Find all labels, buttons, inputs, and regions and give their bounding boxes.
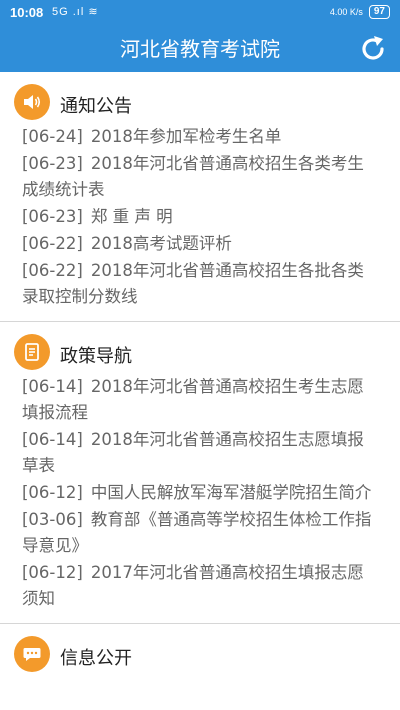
item-date: [06-14]	[22, 377, 83, 396]
list-item[interactable]: [06-22] 2018年河北省普通高校招生各批各类录取控制分数线	[22, 258, 380, 311]
section-policy: 政策导航 [06-14] 2018年河北省普通高校招生考生志愿填报流程 [06-1…	[0, 322, 400, 624]
item-date: [06-12]	[22, 563, 83, 582]
item-text: 郑 重 声 明	[90, 207, 173, 226]
page-title: 河北省教育考试院	[120, 37, 280, 61]
main-content: 通知公告 [06-24] 2018年参加军检考生名单 [06-23] 2018年河北…	[0, 72, 400, 710]
list-item[interactable]: [06-14] 2018年河北省普通高校招生考生志愿填报流程	[22, 374, 380, 427]
list-item[interactable]: [06-12] 2017年河北省普通高校招生填报志愿须知	[22, 560, 380, 613]
list-item[interactable]: [06-14] 2018年河北省普通高校招生志愿填报草表	[22, 427, 380, 480]
list-item[interactable]: [06-23] 2018年河北省普通高校招生各类考生成绩统计表	[22, 151, 380, 204]
battery-icon: 97	[368, 5, 390, 19]
item-text: 2018年参加军检考生名单	[90, 127, 282, 146]
document-icon	[14, 334, 50, 370]
status-bar: 10:08 5G .ıl ≋ 4.00 K/s 97	[0, 0, 400, 26]
refresh-icon[interactable]	[358, 34, 388, 64]
item-date: [06-12]	[22, 483, 83, 502]
battery-level: 97	[373, 6, 385, 17]
signal-icon: 5G .ıl ≋	[52, 6, 99, 18]
item-date: [06-23]	[22, 154, 83, 173]
app-bar: 河北省教育考试院	[0, 26, 400, 72]
list-item[interactable]: [06-22] 2018高考试题评析	[22, 231, 380, 258]
list-item[interactable]: [06-23] 郑 重 声 明	[22, 204, 380, 231]
net-speed: 4.00 K/s	[329, 7, 363, 17]
status-time: 10:08	[10, 5, 44, 20]
section-title: 政策导航	[60, 346, 132, 367]
item-list: [06-14] 2018年河北省普通高校招生考生志愿填报流程 [06-14] 201…	[0, 370, 400, 623]
speaker-icon	[14, 84, 50, 120]
item-date: [06-22]	[22, 261, 83, 280]
item-date: [06-24]	[22, 127, 83, 146]
list-item[interactable]: [03-06] 教育部《普通高等学校招生体检工作指导意见》	[22, 507, 380, 560]
item-text: 中国人民解放军海军潜艇学院招生简介	[90, 483, 372, 502]
list-item[interactable]: [06-12] 中国人民解放军海军潜艇学院招生简介	[22, 480, 380, 507]
item-date: [06-22]	[22, 234, 83, 253]
item-date: [03-06]	[22, 510, 83, 529]
section-header: 通知公告	[0, 72, 400, 120]
section-title: 通知公告	[60, 96, 132, 117]
section-header: 信息公开	[0, 624, 400, 672]
item-list: [06-24] 2018年参加军检考生名单 [06-23] 2018年河北省普通高校…	[0, 120, 400, 321]
section-title: 信息公开	[60, 648, 132, 669]
status-right: 4.00 K/s 97	[330, 5, 390, 19]
chat-icon	[14, 636, 50, 672]
item-text: 2018高考试题评析	[90, 234, 232, 253]
item-date: [06-14]	[22, 430, 83, 449]
section-header: 政策导航	[0, 322, 400, 370]
item-date: [06-23]	[22, 207, 83, 226]
section-info: 信息公开	[0, 624, 400, 672]
list-item[interactable]: [06-24] 2018年参加军检考生名单	[22, 124, 380, 151]
section-notices: 通知公告 [06-24] 2018年参加军检考生名单 [06-23] 2018年河北…	[0, 72, 400, 322]
